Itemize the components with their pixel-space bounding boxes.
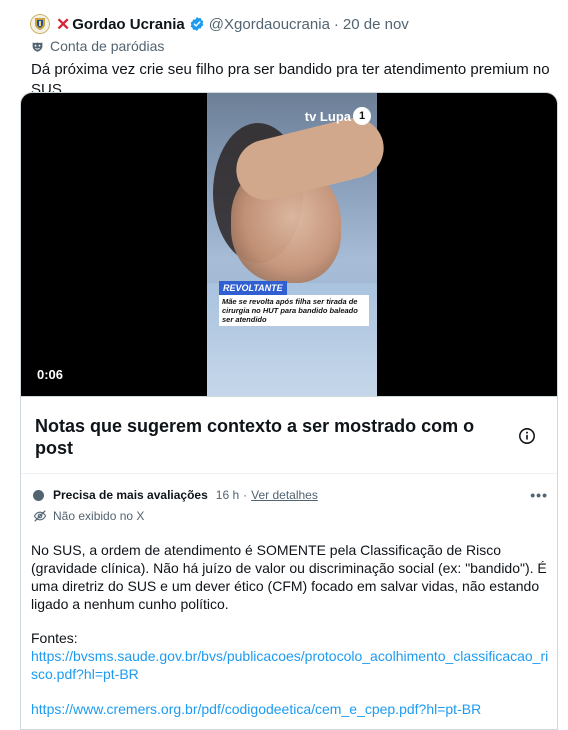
handle[interactable]: @Xgordaoucrania (209, 16, 330, 33)
coat-of-arms-icon (35, 18, 45, 30)
shown-status-row: Não exibido no X (33, 509, 144, 523)
post-date[interactable]: 20 de nov (343, 16, 409, 33)
status-dot-icon (33, 489, 44, 501)
source-link[interactable]: https://www.cremers.org.br/pdf/codigodee… (31, 700, 551, 718)
video-caption: Mãe se revolta após filha ser tirada de … (219, 295, 369, 326)
eye-off-icon (33, 509, 47, 523)
video-tag: REVOLTANTE (219, 281, 287, 295)
display-name[interactable]: Gordao Ucrania (72, 16, 185, 33)
video-frame: tv Lupa 1 REVOLTANTE Mãe se revolta após… (207, 93, 391, 396)
shown-status: Não exibido no X (53, 509, 145, 523)
note-time: 16 h (215, 488, 240, 502)
separator-dot: · (243, 488, 248, 502)
channel-logo-text: tv Lupa (304, 108, 351, 124)
x-mark-icon: ✕ (56, 14, 71, 34)
verified-badge-icon[interactable] (189, 16, 205, 32)
notes-title: Notas que sugerem contexto a ser mostrad… (35, 416, 475, 458)
status-label: Precisa de mais avaliações (53, 488, 208, 502)
post-header: ✕ Gordao Ucrania @Xgordaoucrania · 20 de… (30, 12, 550, 36)
parody-mask-icon (31, 40, 44, 53)
community-notes-panel: Notas que sugerem contexto a ser mostrad… (20, 396, 558, 730)
more-options-icon[interactable]: ••• (530, 487, 548, 503)
separator-dot: · (333, 15, 339, 33)
details-link[interactable]: Ver detalhes (251, 488, 318, 502)
avatar[interactable] (30, 14, 50, 34)
divider (21, 473, 557, 474)
parody-label-row: Conta de paródias (31, 38, 164, 54)
channel-logo-number: 1 (353, 107, 371, 125)
source-link[interactable]: https://bvsms.saude.gov.br/bvs/publicaco… (31, 647, 551, 683)
video-duration: 0:06 (37, 367, 64, 382)
parody-label: Conta de paródias (50, 38, 165, 54)
note-status-row: Precisa de mais avaliações 16 h · Ver de… (33, 487, 548, 503)
note-body: No SUS, a ordem de atendimento é SOMENTE… (31, 542, 547, 612)
info-icon[interactable] (518, 427, 536, 450)
sources-label: Fontes: (31, 630, 78, 646)
video-player[interactable]: tv Lupa 1 REVOLTANTE Mãe se revolta após… (20, 92, 558, 396)
channel-logo: tv Lupa 1 (305, 107, 371, 125)
